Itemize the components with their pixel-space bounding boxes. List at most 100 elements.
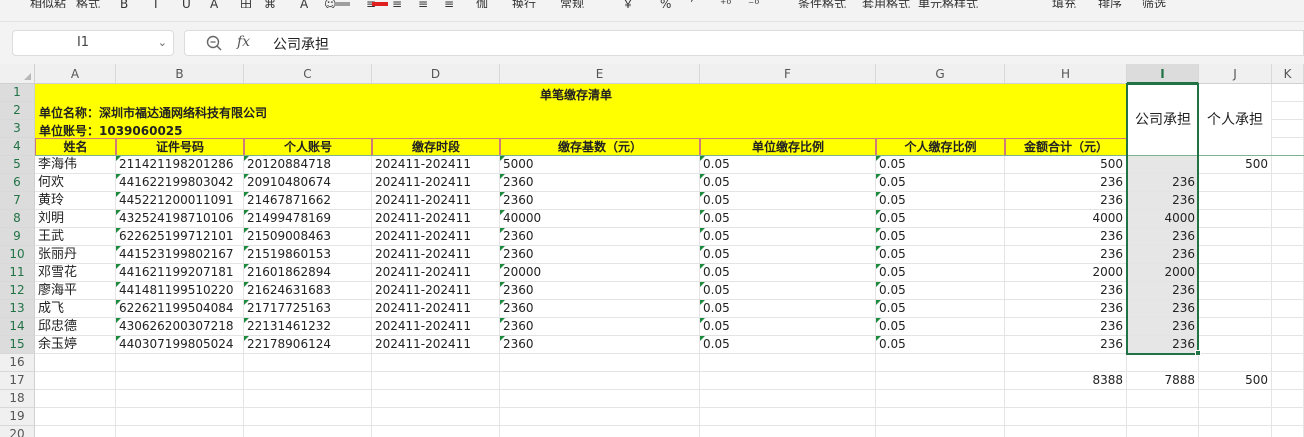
- data-cell[interactable]: [1199, 300, 1272, 318]
- data-cell[interactable]: 445221200011091: [116, 192, 244, 210]
- grid-cell[interactable]: [1272, 228, 1304, 246]
- data-cell[interactable]: 202411-202411: [372, 300, 500, 318]
- grid-cell[interactable]: [1272, 174, 1304, 192]
- grid-cell[interactable]: [1272, 246, 1304, 264]
- data-cell[interactable]: 430626200307218: [116, 318, 244, 336]
- toolbar-item[interactable]: 单元格样式: [918, 0, 978, 8]
- personal-share-header[interactable]: 个人承担: [1199, 84, 1272, 156]
- row-header-6[interactable]: 6: [0, 174, 35, 192]
- row-header-18[interactable]: 18: [0, 390, 35, 408]
- data-cell[interactable]: 0.05: [700, 264, 876, 282]
- row-header-14[interactable]: 14: [0, 318, 35, 336]
- data-cell[interactable]: [1199, 336, 1272, 354]
- grid-cell[interactable]: [1272, 192, 1304, 210]
- data-cell[interactable]: 0.05: [700, 210, 876, 228]
- toolbar-item[interactable]: I: [154, 0, 158, 8]
- data-cell[interactable]: 0.05: [876, 300, 1005, 318]
- total-cell-h[interactable]: 8388: [1005, 372, 1127, 390]
- grid-cell[interactable]: [700, 372, 876, 390]
- row-header-10[interactable]: 10: [0, 246, 35, 264]
- data-cell[interactable]: 0.05: [876, 264, 1005, 282]
- data-cell[interactable]: 202411-202411: [372, 174, 500, 192]
- grid-cell[interactable]: [244, 426, 372, 437]
- company-account[interactable]: 单位账号：1039060025: [39, 122, 183, 139]
- grid-cell[interactable]: [372, 408, 500, 426]
- toolbar-item[interactable]: ⁺⁰: [720, 0, 731, 8]
- data-cell[interactable]: 202411-202411: [372, 246, 500, 264]
- data-cell[interactable]: 236: [1127, 318, 1199, 336]
- data-cell[interactable]: 2360: [500, 228, 700, 246]
- grid-cell[interactable]: [876, 354, 1005, 372]
- grid-cell[interactable]: [372, 426, 500, 437]
- data-cell[interactable]: 王武: [35, 228, 116, 246]
- company-name[interactable]: 单位名称：深圳市福达通网络科技有限公司: [39, 104, 267, 121]
- data-cell[interactable]: 202411-202411: [372, 156, 500, 174]
- toolbar-item[interactable]: B: [120, 0, 128, 8]
- data-cell[interactable]: 0.05: [700, 246, 876, 264]
- data-cell[interactable]: 成飞: [35, 300, 116, 318]
- grid-cell[interactable]: [1005, 426, 1127, 437]
- fill-handle[interactable]: [1195, 350, 1201, 356]
- grid-cell[interactable]: [1005, 390, 1127, 408]
- toolbar-item[interactable]: ≡: [418, 0, 428, 8]
- data-cell[interactable]: 236: [1005, 318, 1127, 336]
- data-cell[interactable]: 21509008463: [244, 228, 372, 246]
- data-cell[interactable]: 21624631683: [244, 282, 372, 300]
- grid-cell[interactable]: [1272, 210, 1304, 228]
- grid-cell[interactable]: [1127, 390, 1199, 408]
- grid-cell[interactable]: [1199, 426, 1272, 437]
- data-cell[interactable]: 0.05: [876, 246, 1005, 264]
- grid-cell[interactable]: [1272, 372, 1304, 390]
- data-cell[interactable]: 236: [1005, 174, 1127, 192]
- data-cell[interactable]: 5000: [500, 156, 700, 174]
- data-cell[interactable]: 211421198201286: [116, 156, 244, 174]
- grid-cell[interactable]: [1272, 102, 1304, 120]
- data-cell[interactable]: 0.05: [700, 336, 876, 354]
- data-cell[interactable]: [1199, 282, 1272, 300]
- grid-cell[interactable]: [372, 372, 500, 390]
- data-cell[interactable]: 622625199712101: [116, 228, 244, 246]
- row-header-17[interactable]: 17: [0, 372, 35, 390]
- row-header-15[interactable]: 15: [0, 336, 35, 354]
- toolbar-item[interactable]: 筛选: [1142, 0, 1166, 8]
- data-cell[interactable]: 21601862894: [244, 264, 372, 282]
- data-cell[interactable]: 202411-202411: [372, 264, 500, 282]
- data-cell[interactable]: 0.05: [700, 174, 876, 192]
- data-cell[interactable]: [1199, 264, 1272, 282]
- data-cell[interactable]: 余玉婷: [35, 336, 116, 354]
- row-header-19[interactable]: 19: [0, 408, 35, 426]
- data-cell[interactable]: 21519860153: [244, 246, 372, 264]
- grid-cell[interactable]: [700, 426, 876, 437]
- column-title[interactable]: 缴存时段: [372, 138, 500, 156]
- chevron-down-icon[interactable]: ⌄: [158, 36, 167, 49]
- data-cell[interactable]: [1199, 228, 1272, 246]
- data-cell[interactable]: 236: [1005, 192, 1127, 210]
- grid-cell[interactable]: [1272, 138, 1304, 156]
- data-cell[interactable]: 黄玲: [35, 192, 116, 210]
- column-header-c[interactable]: C: [244, 64, 372, 84]
- data-cell[interactable]: 0.05: [876, 336, 1005, 354]
- toolbar-item[interactable]: 条件格式: [798, 0, 846, 8]
- data-cell[interactable]: 202411-202411: [372, 228, 500, 246]
- zoom-icon[interactable]: [205, 34, 223, 52]
- grid-cell[interactable]: [35, 372, 116, 390]
- select-all-corner[interactable]: [0, 64, 35, 84]
- data-cell[interactable]: 刘明: [35, 210, 116, 228]
- data-cell[interactable]: 0.05: [700, 228, 876, 246]
- grid-cell[interactable]: [1199, 408, 1272, 426]
- column-header-i[interactable]: I: [1127, 64, 1199, 84]
- grid-cell[interactable]: [1272, 354, 1304, 372]
- grid-cell[interactable]: [1272, 156, 1304, 174]
- grid-cell[interactable]: [500, 354, 700, 372]
- data-cell[interactable]: 202411-202411: [372, 282, 500, 300]
- column-title[interactable]: 证件号码: [116, 138, 244, 156]
- column-header-k[interactable]: K: [1272, 64, 1304, 84]
- data-cell[interactable]: 2360: [500, 300, 700, 318]
- toolbar-item[interactable]: A: [300, 0, 308, 8]
- data-cell[interactable]: 202411-202411: [372, 192, 500, 210]
- column-header-g[interactable]: G: [876, 64, 1005, 84]
- data-cell[interactable]: 40000: [500, 210, 700, 228]
- data-cell[interactable]: 236: [1127, 282, 1199, 300]
- data-cell[interactable]: 张丽丹: [35, 246, 116, 264]
- data-cell[interactable]: 202411-202411: [372, 336, 500, 354]
